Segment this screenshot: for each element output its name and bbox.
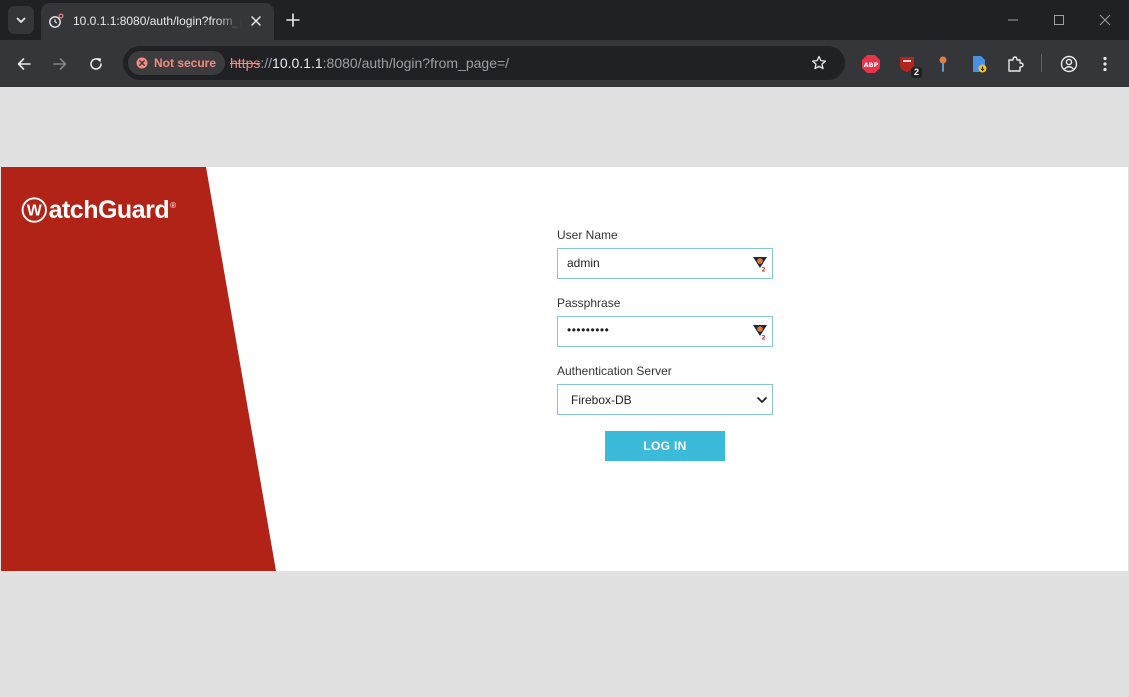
close-window-button[interactable] <box>1093 8 1117 32</box>
file-extension-icon <box>973 56 987 73</box>
bookmark-button[interactable] <box>809 53 829 73</box>
logo-w-circle: W <box>21 197 47 223</box>
tab-active[interactable]: 10.0.1.1:8080/auth/login?from_page=/ <box>41 3 274 40</box>
back-button[interactable] <box>10 50 38 78</box>
passphrase-label: Passphrase <box>557 296 621 310</box>
passphrase-value: ••••••••• <box>567 323 610 337</box>
close-icon <box>251 16 261 26</box>
maximize-button[interactable] <box>1047 8 1071 32</box>
menu-button[interactable] <box>1093 52 1117 76</box>
chevron-down-icon <box>757 397 767 403</box>
svg-text:ABP: ABP <box>864 61 879 69</box>
username-label: User Name <box>557 228 618 242</box>
passphrase-input[interactable]: ••••••••• 2 <box>557 316 773 347</box>
auth-server-value: Firebox-DB <box>571 393 632 407</box>
browser-window: 10.0.1.1:8080/auth/login?from_page=/ <box>0 0 1129 697</box>
close-icon <box>1099 14 1111 26</box>
url-text[interactable]: https://10.0.1.1:8080/auth/login?from_pa… <box>230 55 509 72</box>
url-separator: :// <box>260 55 273 71</box>
toolbar-separator <box>1041 54 1042 72</box>
login-button[interactable]: LOG IN <box>605 431 725 461</box>
arrow-right-icon <box>53 58 67 70</box>
svg-text:2: 2 <box>761 267 765 273</box>
url-host: 10.0.1.1 <box>272 55 323 71</box>
reload-button[interactable] <box>82 50 110 78</box>
url-path: :8080/auth/login?from_page=/ <box>322 55 510 71</box>
svg-text:W: W <box>27 203 42 220</box>
page-content: W atchGuard ® User Name admin 2 Passphra… <box>1 87 1128 696</box>
auth-server-select[interactable]: Firebox-DB <box>557 384 773 415</box>
logo-registered-mark: ® <box>170 200 176 210</box>
maximize-icon <box>1054 15 1064 25</box>
username-input[interactable]: admin 2 <box>557 248 773 279</box>
puzzle-icon <box>1008 56 1024 72</box>
extensions-button[interactable] <box>1003 52 1027 76</box>
url-scheme: https <box>230 55 261 71</box>
tab-title: 10.0.1.1:8080/auth/login?from_page=/ <box>73 14 241 28</box>
new-tab-button[interactable] <box>282 9 304 31</box>
logo-text: atchGuard <box>48 196 170 224</box>
not-secure-icon <box>136 57 148 69</box>
adblock-plus-button[interactable]: ABP <box>859 52 883 76</box>
pin-extension-button[interactable] <box>931 52 955 76</box>
plus-icon <box>286 13 300 27</box>
password-manager-icon[interactable]: 2 <box>753 256 767 272</box>
minimize-button[interactable] <box>1001 8 1025 32</box>
extension-badge: 2 <box>910 67 922 78</box>
profile-button[interactable] <box>1057 52 1081 76</box>
auth-server-label: Authentication Server <box>557 364 672 378</box>
security-chip[interactable]: Not secure <box>128 51 226 75</box>
pin-extension-icon <box>939 56 947 72</box>
account-icon <box>1060 55 1078 73</box>
username-value: admin <box>567 256 600 270</box>
password-manager-icon[interactable]: 2 <box>753 324 767 340</box>
tab-favicon-icon <box>49 13 64 28</box>
adblock-plus-icon: ABP <box>862 55 880 73</box>
browser-toolbar: Not secure https://10.0.1.1:8080/auth/lo… <box>0 40 1129 87</box>
arrow-left-icon <box>17 58 31 70</box>
watchguard-logo: W atchGuard ® <box>21 187 176 233</box>
star-icon <box>811 55 827 70</box>
tab-close-button[interactable] <box>247 12 265 30</box>
address-bar[interactable]: Not secure https://10.0.1.1:8080/auth/lo… <box>123 46 845 80</box>
forward-button[interactable] <box>46 50 74 78</box>
file-extension-button[interactable] <box>967 52 991 76</box>
shield-extension-button[interactable]: 2 <box>895 52 922 78</box>
login-panel: W atchGuard ® User Name admin 2 Passphra… <box>1 167 1128 571</box>
chevron-down-icon <box>16 17 26 23</box>
tab-strip: 10.0.1.1:8080/auth/login?from_page=/ <box>0 0 1129 40</box>
svg-text:2: 2 <box>761 335 765 341</box>
more-vert-icon <box>1103 56 1107 72</box>
minimize-icon <box>1008 19 1018 21</box>
tab-search-button[interactable] <box>8 6 34 34</box>
reload-icon <box>90 58 102 70</box>
security-chip-label: Not secure <box>154 56 217 70</box>
